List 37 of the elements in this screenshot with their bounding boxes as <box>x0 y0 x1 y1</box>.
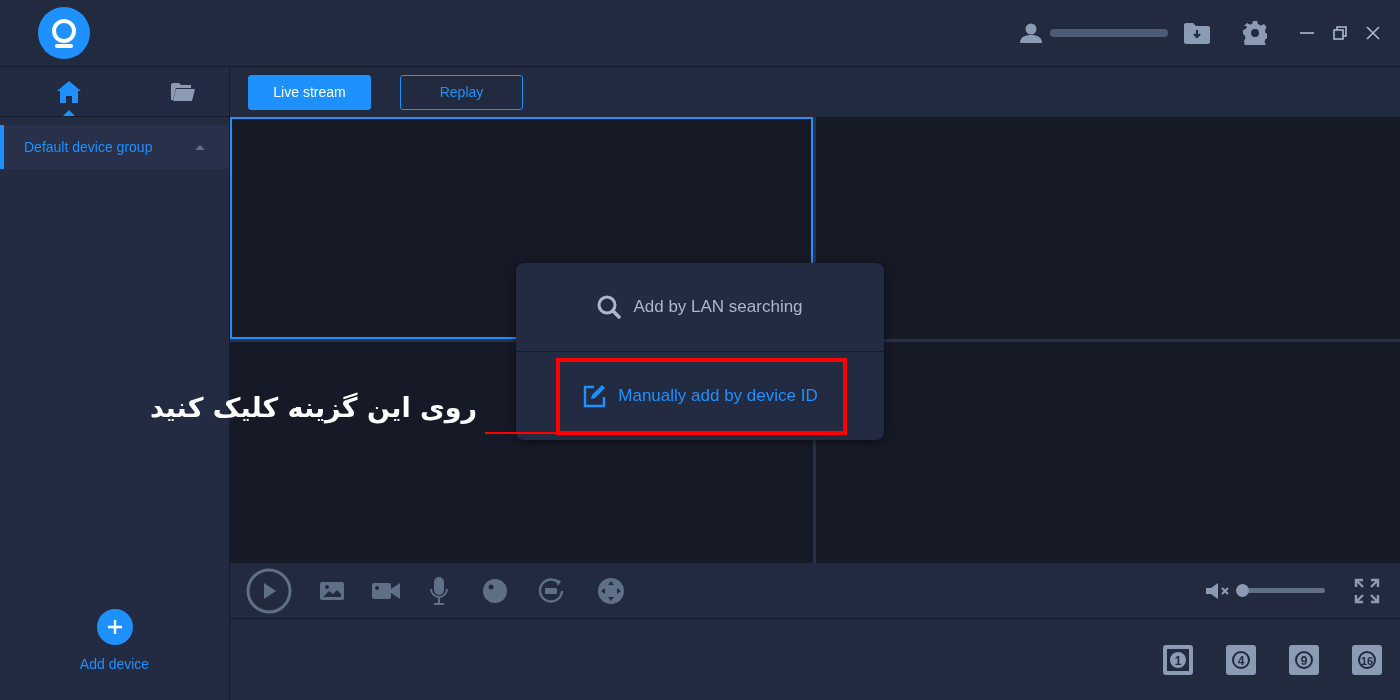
device-group-row[interactable]: Default device group <box>0 125 229 169</box>
layout-button[interactable]: 4 <box>1226 644 1256 675</box>
layout-button[interactable]: 16 <box>1352 644 1382 675</box>
settings-icon[interactable] <box>1243 21 1267 45</box>
view-tab[interactable]: Replay <box>400 74 523 110</box>
leader-line <box>485 432 557 434</box>
menu-item[interactable]: Add by LAN searching <box>516 263 884 351</box>
video-camera-icon[interactable] <box>372 581 400 600</box>
user-icon[interactable] <box>1020 23 1042 43</box>
restore-icon[interactable] <box>1333 26 1347 40</box>
direction-pad-icon[interactable] <box>598 577 624 604</box>
edit-icon <box>582 384 607 408</box>
add-device-label[interactable]: Add device <box>79 654 150 675</box>
view-tab[interactable]: Live stream <box>248 74 371 110</box>
home-icon <box>56 80 81 103</box>
close-icon[interactable] <box>1366 26 1380 40</box>
plus-icon <box>106 619 123 635</box>
video-tile[interactable] <box>816 342 1400 563</box>
download-folder-icon[interactable] <box>1184 22 1210 44</box>
fullscreen-icon[interactable] <box>1354 577 1380 604</box>
video-tile[interactable] <box>816 117 1400 339</box>
lens-icon[interactable] <box>482 577 508 604</box>
image-icon[interactable] <box>320 580 344 601</box>
layout-button[interactable]: 9 <box>1289 644 1319 675</box>
layout-button[interactable]: 1 <box>1163 644 1193 675</box>
annotation-text: روی این گزینه کلیک کنید <box>150 391 478 426</box>
play-icon[interactable] <box>246 567 292 614</box>
add-device-button[interactable] <box>96 609 133 645</box>
pointer-icon <box>62 110 75 116</box>
device-group-label: Default device group <box>24 137 153 157</box>
microphone-icon[interactable] <box>430 576 448 605</box>
app-logo <box>38 7 90 59</box>
caret-icon[interactable] <box>195 144 205 150</box>
search-icon <box>597 295 622 319</box>
rotate-icon[interactable] <box>538 577 564 604</box>
muted-speaker-icon[interactable] <box>1206 581 1232 600</box>
folder-icon <box>171 82 195 101</box>
